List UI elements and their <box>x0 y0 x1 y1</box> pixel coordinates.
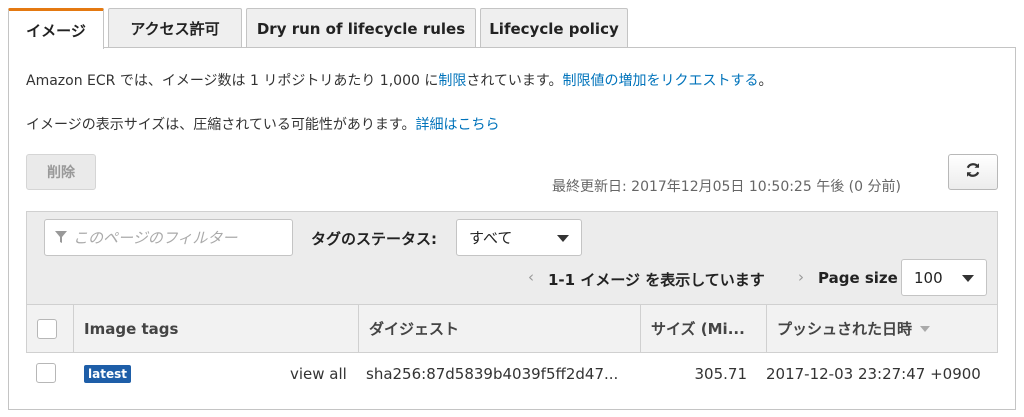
column-size[interactable]: サイズ (Mi... <box>640 305 766 352</box>
tab-permissions[interactable]: アクセス許可 <box>108 8 242 48</box>
limit-link[interactable]: 制限 <box>438 73 466 89</box>
tab-label: Dry run of lifecycle rules <box>256 19 466 38</box>
view-all-link[interactable]: view all <box>290 353 347 394</box>
pagination-range: 1-1 イメージ を表示しています <box>548 271 765 289</box>
tab-label: アクセス許可 <box>130 20 220 38</box>
column-label: プッシュされた日時 <box>777 320 913 338</box>
column-label: Image tags <box>84 319 179 338</box>
size-notice: イメージの表示サイズは、圧縮されている可能性があります。詳細はこちら <box>26 114 499 134</box>
tab-images[interactable]: イメージ <box>8 8 104 49</box>
page-size-select[interactable]: 100 <box>901 259 987 296</box>
column-pushed-at[interactable]: プッシュされた日時 <box>766 305 997 352</box>
request-limit-increase-link[interactable]: 制限値の増加をリクエストする <box>563 73 759 89</box>
size-notice-text: イメージの表示サイズは、圧縮されている可能性があります。 <box>26 117 416 133</box>
last-updated-text: 最終更新日: 2017年12月05日 10:50:25 午後 (0 分前) <box>552 179 901 195</box>
notice-text: 。 <box>758 73 773 89</box>
filter-icon <box>55 229 67 247</box>
page-size-value: 100 <box>914 268 943 287</box>
tag-status-select[interactable]: すべて <box>456 219 582 256</box>
tab-label: イメージ <box>26 21 86 40</box>
next-page-icon[interactable]: › <box>798 268 804 286</box>
prev-page-icon[interactable]: ‹ <box>528 268 534 286</box>
tag-badge: latest <box>84 364 131 383</box>
digest-cell: sha256:87d5839b4039f5ff2d47... <box>366 364 619 383</box>
tab-lifecycle-policy[interactable]: Lifecycle policy <box>480 8 628 48</box>
learn-more-link[interactable]: 詳細はこちら <box>415 117 499 133</box>
chevron-down-icon <box>962 274 974 282</box>
select-all-checkbox[interactable] <box>37 319 57 339</box>
pushed-at-cell: 2017-12-03 23:27:47 +0900 <box>766 364 981 383</box>
tag-status-label: タグのステータス: <box>311 230 437 248</box>
refresh-button[interactable] <box>948 154 998 190</box>
notice-text: されています。 <box>466 73 563 89</box>
column-label: サイズ (Mi... <box>651 320 745 338</box>
filter-placeholder: このページのフィルター <box>73 229 238 247</box>
table-header: Image tags ダイジェスト サイズ (Mi... プッシュされた日時 <box>26 304 998 353</box>
column-image-tags[interactable]: Image tags <box>73 305 358 352</box>
delete-button-label: 削除 <box>47 165 75 181</box>
notice-text: Amazon ECR では、イメージ数は 1 リポジトリあたり 1,000 に <box>26 73 439 89</box>
column-digest[interactable]: ダイジェスト <box>358 305 640 352</box>
filter-input[interactable]: このページのフィルター <box>44 219 293 256</box>
delete-button[interactable]: 削除 <box>26 154 96 190</box>
image-limit-notice: Amazon ECR では、イメージ数は 1 リポジトリあたり 1,000 に制… <box>26 70 773 90</box>
size-cell: 305.71 <box>694 364 748 383</box>
tag-status-value: すべて <box>469 229 513 247</box>
page-size-label: Page size <box>818 269 898 287</box>
tag-cell: latest <box>84 353 131 394</box>
tab-label: Lifecycle policy <box>489 19 619 38</box>
row-checkbox[interactable] <box>36 363 56 383</box>
refresh-icon <box>964 161 982 183</box>
table-row: latest view all sha256:87d5839b4039f5ff2… <box>26 353 998 394</box>
chevron-down-icon <box>557 234 569 242</box>
sort-desc-icon <box>920 325 931 332</box>
column-label: ダイジェスト <box>369 320 460 338</box>
tab-lifecycle-dry-run[interactable]: Dry run of lifecycle rules <box>246 8 476 48</box>
